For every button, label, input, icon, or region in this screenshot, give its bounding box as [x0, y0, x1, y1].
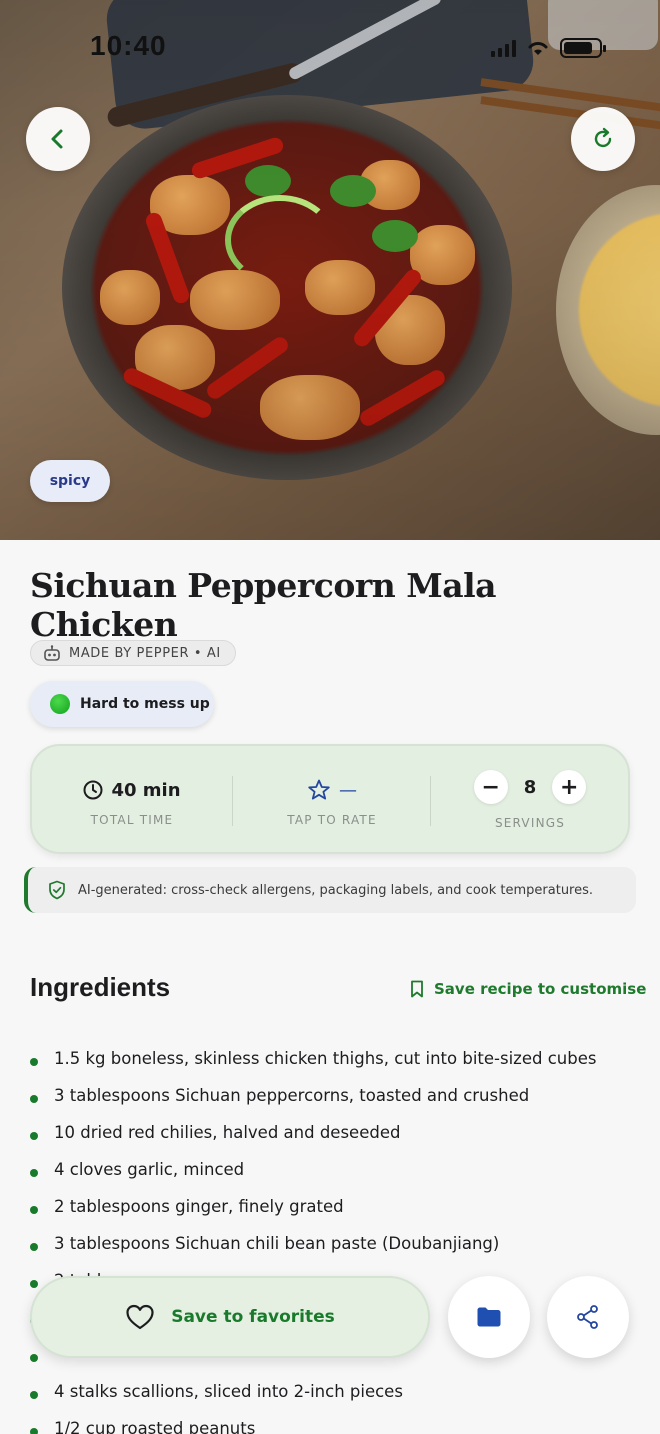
ingredient-item: 3 tablespoons Sichuan peppercorns, toast… [30, 1077, 640, 1114]
save-recipe-customise-button[interactable]: Save recipe to customise [410, 980, 646, 998]
regenerate-button[interactable] [571, 107, 635, 171]
save-favorites-button[interactable]: Save to favorites [30, 1276, 430, 1358]
ingredient-item: 2 tablespoons ginger, finely grated [30, 1188, 640, 1225]
star-icon[interactable] [307, 778, 331, 802]
clock-icon [83, 780, 103, 800]
rating-stat[interactable]: — TAP TO RATE [232, 746, 432, 856]
save-favorites-label: Save to favorites [171, 1307, 335, 1327]
difficulty-badge: Hard to mess up [30, 681, 214, 727]
signal-icon [491, 39, 516, 57]
folder-button[interactable] [448, 1276, 530, 1358]
ai-warning-text: AI-generated: cross-check allergens, pac… [78, 882, 594, 898]
ingredients-heading: Ingredients [30, 972, 171, 1002]
ingredient-item: 10 dried red chilies, halved and deseede… [30, 1114, 640, 1151]
chevron-left-icon [51, 129, 63, 149]
ingredient-item: 1/2 cup roasted peanuts [30, 1410, 640, 1434]
servings-decrease-button[interactable]: − [473, 770, 508, 804]
ingredient-item: 1.5 kg boneless, skinless chicken thighs… [30, 1040, 640, 1077]
rating-value: — [339, 779, 357, 801]
status-time: 10:40 [90, 30, 167, 61]
servings-value: 8 [523, 776, 537, 798]
shield-check-icon [49, 880, 65, 900]
share-button[interactable] [547, 1276, 629, 1358]
wifi-icon [528, 42, 548, 55]
save-recipe-customise-label: Save recipe to customise [434, 980, 647, 998]
tag-chip-spicy[interactable]: spicy [30, 460, 110, 502]
back-button[interactable] [26, 107, 90, 171]
ingredient-item: 4 stalks scallions, sliced into 2-inch p… [30, 1373, 640, 1410]
folder-icon [477, 1307, 501, 1327]
bookmark-icon [411, 980, 423, 998]
ingredients-list: 1.5 kg boneless, skinless chicken thighs… [30, 1040, 640, 1434]
battery-icon [560, 38, 606, 58]
green-dot-icon [50, 694, 70, 714]
made-by-badge: MADE BY PEPPER • AI [30, 640, 236, 666]
rating-label: TAP TO RATE [287, 813, 377, 827]
robot-icon [44, 645, 60, 661]
servings-stat: − 8 + SERVINGS [430, 746, 630, 856]
total-time-stat: 40 min TOTAL TIME [32, 746, 232, 856]
status-icons [491, 38, 606, 58]
recipe-title: Sichuan Peppercorn Mala Chicken [30, 566, 497, 644]
servings-label: SERVINGS [494, 816, 566, 830]
stats-card: 40 min TOTAL TIME — TAP TO RATE − 8 + SE… [30, 744, 630, 854]
ai-warning-banner: AI-generated: cross-check allergens, pac… [24, 867, 636, 913]
total-time-value: 40 min [111, 779, 181, 801]
share-icon [577, 1305, 598, 1329]
heart-icon [126, 1304, 154, 1330]
total-time-label: TOTAL TIME [90, 813, 174, 827]
servings-increase-button[interactable]: + [552, 770, 587, 804]
difficulty-label: Hard to mess up [80, 696, 210, 712]
ingredient-item: 3 tablespoons Sichuan chili bean paste (… [30, 1225, 640, 1262]
refresh-icon [594, 127, 612, 148]
made-by-label: MADE BY PEPPER • AI [69, 645, 221, 661]
hero-image [0, 0, 660, 540]
ingredient-item: 4 cloves garlic, minced [30, 1151, 640, 1188]
